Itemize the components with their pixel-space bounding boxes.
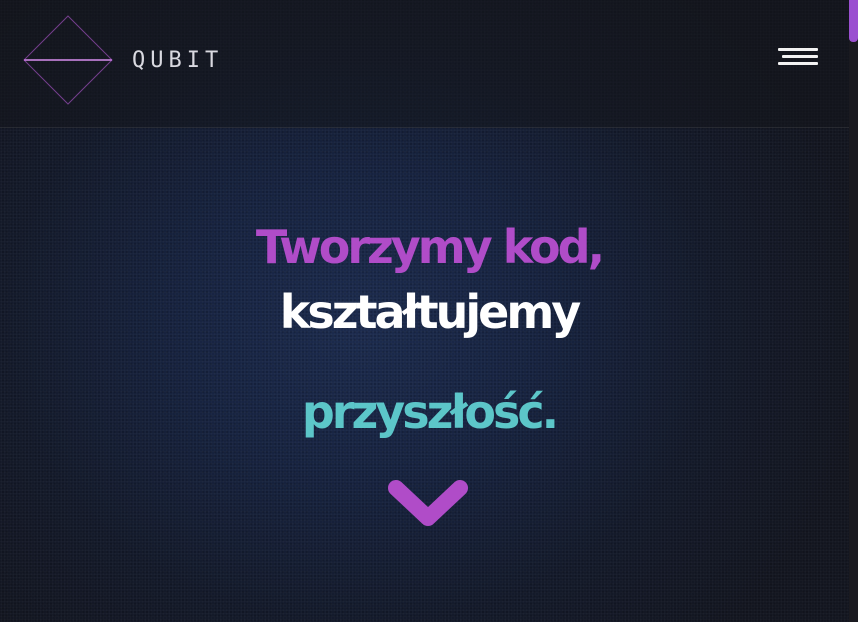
scrollbar-thumb[interactable] (849, 0, 858, 42)
diamond-logo-icon (23, 15, 113, 105)
hamburger-menu-button[interactable] (776, 46, 822, 74)
logo-link[interactable]: QUBIT (22, 14, 223, 106)
page-scrollbar[interactable] (849, 0, 858, 622)
hamburger-line (782, 55, 818, 58)
scroll-down-button[interactable] (388, 478, 468, 534)
site-header: QUBIT (0, 0, 849, 128)
hamburger-menu-icon (778, 48, 818, 51)
brand-name: QUBIT (132, 47, 224, 73)
hamburger-line (778, 62, 818, 65)
hero-headline-line1: Tworzymy kod, (255, 220, 605, 274)
hero-headline-line2: kształtujemy (279, 285, 581, 339)
chevron-down-icon (388, 480, 468, 526)
hero-headline-line3: przyszłość. (301, 385, 559, 439)
hero-section: Tworzymy kod, kształtujemy przyszłość. (0, 128, 849, 622)
